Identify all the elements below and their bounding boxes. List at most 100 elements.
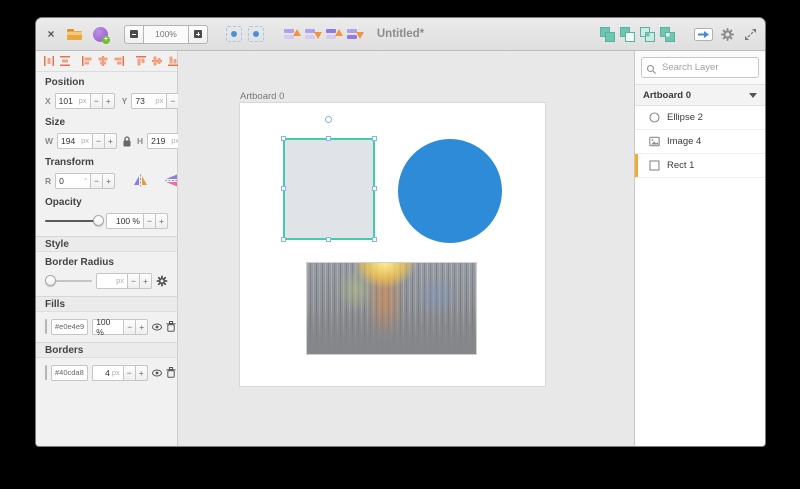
resize-handle-ne[interactable]: [372, 136, 377, 141]
align-center-horizontal-button[interactable]: [97, 55, 109, 67]
border-visibility-button[interactable]: [152, 369, 162, 377]
flip-horizontal-button[interactable]: [133, 174, 148, 187]
image-shape[interactable]: [306, 262, 477, 355]
border-radius-slider-thumb[interactable]: [45, 275, 56, 286]
ellipse-shape[interactable]: [398, 139, 502, 243]
rotation-increment-button[interactable]: +: [103, 173, 115, 189]
border-width-increment-button[interactable]: +: [136, 365, 148, 381]
align-center-vertical-button[interactable]: [151, 55, 163, 67]
border-radius-decrement-button[interactable]: −: [128, 273, 140, 289]
folder-icon: [66, 27, 83, 41]
border-radius-input[interactable]: px: [96, 273, 128, 289]
layer-row-ellipse[interactable]: Ellipse 2: [635, 106, 765, 130]
align-top-button[interactable]: [135, 55, 147, 67]
border-color-swatch[interactable]: [45, 365, 47, 380]
distribute-vertical-button[interactable]: [59, 55, 71, 67]
width-input[interactable]: 194px: [57, 133, 93, 149]
fill-opacity-input[interactable]: 100 %: [92, 319, 124, 335]
layer-row-image[interactable]: Image 4: [635, 130, 765, 154]
headerbar: Untitled* × + 100%: [36, 18, 765, 51]
search-icon: [646, 62, 657, 80]
lock-ratio-button[interactable]: [122, 135, 132, 147]
fill-color-swatch[interactable]: [45, 319, 47, 334]
layers-panel: Artboard 0 Ellipse 2 Image 4 Rect 1: [634, 51, 765, 447]
fill-opacity-increment-button[interactable]: +: [136, 319, 148, 335]
selection-area-button[interactable]: [248, 26, 264, 42]
x-label: X: [45, 96, 51, 106]
boolean-subtract-button[interactable]: [620, 27, 635, 42]
width-increment-button[interactable]: +: [105, 133, 117, 149]
resize-handle-w[interactable]: [281, 186, 286, 191]
x-increment-button[interactable]: +: [103, 93, 115, 109]
border-radius-slider[interactable]: [45, 274, 92, 287]
artboard[interactable]: [240, 103, 545, 386]
opacity-decrement-button[interactable]: −: [144, 213, 156, 229]
fill-opacity-decrement-button[interactable]: −: [124, 319, 136, 335]
boolean-union-button[interactable]: [600, 27, 615, 42]
x-input[interactable]: 101px: [55, 93, 91, 109]
opacity-increment-button[interactable]: +: [156, 213, 168, 229]
resize-handle-e[interactable]: [372, 186, 377, 191]
border-hex-input[interactable]: #40cda8: [51, 365, 88, 381]
fill-hex-input[interactable]: #e0e4e9: [51, 319, 88, 335]
rotation-label: R: [45, 176, 51, 186]
resize-handle-nw[interactable]: [281, 136, 286, 141]
layer-row-rect[interactable]: Rect 1: [635, 154, 765, 178]
opacity-slider-thumb[interactable]: [93, 215, 104, 226]
export-button[interactable]: [694, 27, 713, 42]
raise-layer-button[interactable]: [284, 27, 301, 42]
x-decrement-button[interactable]: −: [91, 93, 103, 109]
flip-vertical-button[interactable]: [164, 174, 179, 187]
artboard-label[interactable]: Artboard 0: [240, 91, 284, 102]
distribute-horizontal-button[interactable]: [43, 55, 55, 67]
zoom-out-button[interactable]: [124, 25, 144, 44]
canvas[interactable]: Artboard 0: [178, 51, 634, 447]
resize-handle-n[interactable]: [326, 136, 331, 141]
zoom-level-value[interactable]: 100%: [144, 25, 188, 44]
difference-icon: [660, 27, 675, 42]
alignment-toolbar: [36, 51, 177, 72]
border-radius-increment-button[interactable]: +: [140, 273, 152, 289]
resize-handle-s[interactable]: [326, 237, 331, 242]
rotation-decrement-button[interactable]: −: [91, 173, 103, 189]
border-width-input[interactable]: 4px: [92, 365, 124, 381]
resize-handle-sw[interactable]: [281, 237, 286, 242]
border-width-decrement-button[interactable]: −: [124, 365, 136, 381]
open-file-button[interactable]: [66, 27, 83, 41]
rotation-handle[interactable]: [325, 116, 332, 123]
close-window-button[interactable]: ×: [44, 27, 58, 41]
boolean-difference-button[interactable]: [660, 27, 675, 42]
fill-visibility-button[interactable]: [152, 323, 162, 331]
new-document-button[interactable]: +: [93, 27, 108, 42]
border-radius-title: Border Radius: [45, 257, 168, 268]
opacity-input[interactable]: 100 %: [106, 213, 144, 229]
width-stepper: 194px − +: [57, 133, 117, 149]
transform-section: Transform R 0° − +: [36, 152, 177, 192]
artboard-group-row[interactable]: Artboard 0: [635, 84, 765, 106]
lower-layer-button[interactable]: [305, 27, 322, 42]
resize-handle-se[interactable]: [372, 237, 377, 242]
rotation-input[interactable]: 0°: [55, 173, 91, 189]
border-radius-options-button[interactable]: [156, 275, 168, 287]
send-to-back-button[interactable]: [347, 27, 364, 42]
zoom-in-button[interactable]: [188, 25, 208, 44]
bring-to-front-button[interactable]: [326, 27, 343, 42]
width-label: W: [45, 136, 53, 146]
fullscreen-button[interactable]: [744, 28, 757, 41]
rect-shape[interactable]: [283, 138, 375, 240]
style-header: Style: [36, 236, 177, 252]
dropdown-caret-icon[interactable]: [749, 93, 757, 98]
align-left-button[interactable]: [81, 55, 93, 67]
boolean-intersect-button[interactable]: [640, 27, 655, 42]
align-right-button[interactable]: [113, 55, 125, 67]
y-input[interactable]: 73px: [131, 93, 167, 109]
width-decrement-button[interactable]: −: [93, 133, 105, 149]
settings-button[interactable]: [720, 27, 735, 42]
x-stepper: 101px − +: [55, 93, 115, 109]
border-delete-button[interactable]: [166, 367, 176, 378]
opacity-slider[interactable]: [45, 214, 102, 227]
search-layer-input[interactable]: [641, 57, 759, 78]
selection-tool-button[interactable]: [226, 26, 242, 42]
eye-icon: [152, 323, 162, 331]
fill-delete-button[interactable]: [166, 321, 176, 332]
